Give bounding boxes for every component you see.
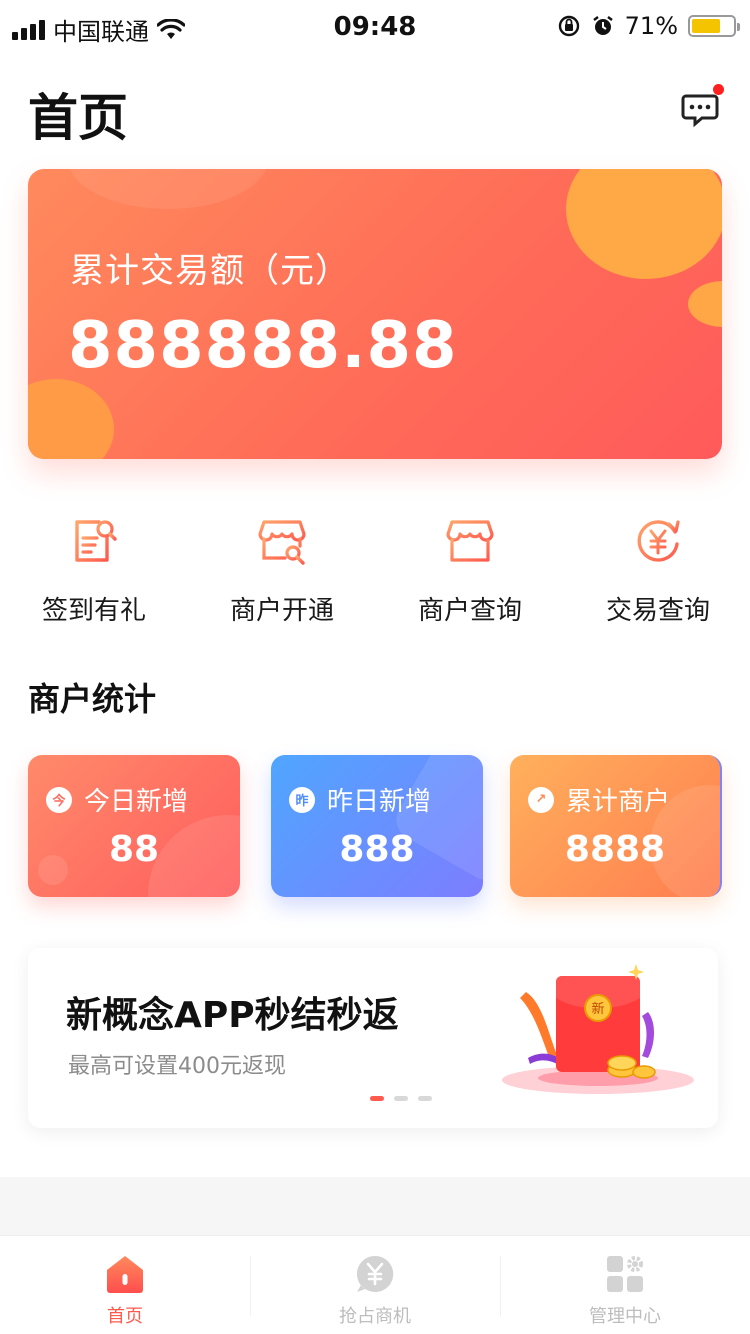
- battery-icon: [688, 15, 740, 37]
- tab-opportunity[interactable]: 抢占商机: [250, 1236, 500, 1334]
- yuan-refresh-icon: [637, 520, 680, 562]
- decor-bubble: [688, 281, 722, 327]
- tab-label: 管理中心: [589, 1306, 661, 1327]
- stat-card-today[interactable]: 今 今日新增 88: [28, 755, 240, 897]
- stat-label: 昨日新增: [327, 787, 432, 817]
- banner-dot[interactable]: [370, 1096, 384, 1101]
- grid-settings-icon: [607, 1256, 643, 1292]
- tab-label: 抢占商机: [339, 1306, 411, 1327]
- stat-card-total[interactable]: ↗ 累计商户 8888: [510, 755, 722, 897]
- action-label: 签到有礼: [41, 596, 146, 626]
- total-transaction-card[interactable]: 累计交易额（元） 888888.88: [28, 169, 722, 459]
- yuan-chat-icon: [356, 1255, 394, 1292]
- promo-banner[interactable]: 新概念APP秒结秒返 最高可设置400元返现 新: [28, 948, 718, 1128]
- today-badge-icon: 今: [46, 786, 72, 813]
- store-open-icon: [258, 520, 306, 565]
- stat-label: 累计商户: [566, 787, 671, 817]
- notification-dot: [713, 84, 724, 95]
- trend-up-icon: ↗: [528, 786, 554, 813]
- decor-bubble: [566, 169, 722, 279]
- banner-pagination[interactable]: [370, 1096, 432, 1101]
- action-label: 商户开通: [229, 596, 334, 626]
- banner-subtitle: 最高可设置400元返现: [68, 1054, 286, 1079]
- total-transaction-label: 累计交易额（元）: [70, 251, 350, 291]
- action-merchant-open[interactable]: 商户开通: [188, 510, 376, 627]
- banner-title: 新概念APP秒结秒返: [66, 995, 399, 1036]
- action-label: 商户查询: [417, 596, 522, 626]
- action-checkin[interactable]: 签到有礼: [0, 510, 188, 627]
- action-transaction-query[interactable]: 交易查询: [564, 510, 750, 627]
- decor-glow: [68, 169, 268, 209]
- quick-actions: 签到有礼 商户开通 商户查询 交易查询: [0, 510, 750, 630]
- decor-bubble: [28, 379, 114, 459]
- action-merchant-query[interactable]: 商户查询: [376, 510, 564, 627]
- home-icon: [107, 1256, 143, 1293]
- yesterday-badge-icon: 昨: [289, 786, 315, 813]
- stat-card-yesterday[interactable]: 昨 昨日新增 888: [271, 755, 483, 897]
- stat-header: ↗ 累计商户: [528, 781, 670, 818]
- stat-header: 昨 昨日新增: [289, 781, 431, 818]
- rotation-lock-icon: [558, 15, 579, 37]
- stat-value: 888: [339, 829, 415, 870]
- tab-bar: 首页 抢占商机 管理中心: [0, 1235, 750, 1334]
- status-bar: 中国联通 09:48 71%: [0, 0, 750, 56]
- message-button[interactable]: [680, 84, 724, 128]
- total-transaction-value: 888888.88: [68, 309, 458, 383]
- content-bottom-spacer: [0, 1177, 750, 1235]
- red-envelope-illustration: 新: [502, 964, 694, 1094]
- stat-value: 88: [108, 829, 160, 870]
- stat-header: 今 今日新增: [46, 781, 188, 818]
- tab-home[interactable]: 首页: [0, 1236, 250, 1334]
- battery-level: [692, 19, 721, 33]
- battery-percent: 71%: [624, 12, 678, 40]
- chat-bubble-icon: [681, 94, 719, 128]
- tab-management[interactable]: 管理中心: [500, 1236, 750, 1334]
- tab-label: 首页: [107, 1306, 143, 1327]
- page-title: 首页: [28, 89, 128, 147]
- stat-label: 今日新增: [84, 787, 189, 817]
- store-search-icon: [446, 520, 494, 562]
- action-label: 交易查询: [605, 596, 710, 626]
- checkin-document-icon: [75, 520, 117, 562]
- merchant-stats-title: 商户统计: [28, 680, 157, 718]
- banner-dot[interactable]: [418, 1096, 432, 1101]
- envelope-glyph: 新: [591, 1001, 604, 1017]
- stat-value: 8888: [564, 829, 666, 870]
- alarm-icon: [592, 16, 613, 35]
- banner-dot[interactable]: [394, 1096, 408, 1101]
- status-right: 71%: [557, 12, 740, 40]
